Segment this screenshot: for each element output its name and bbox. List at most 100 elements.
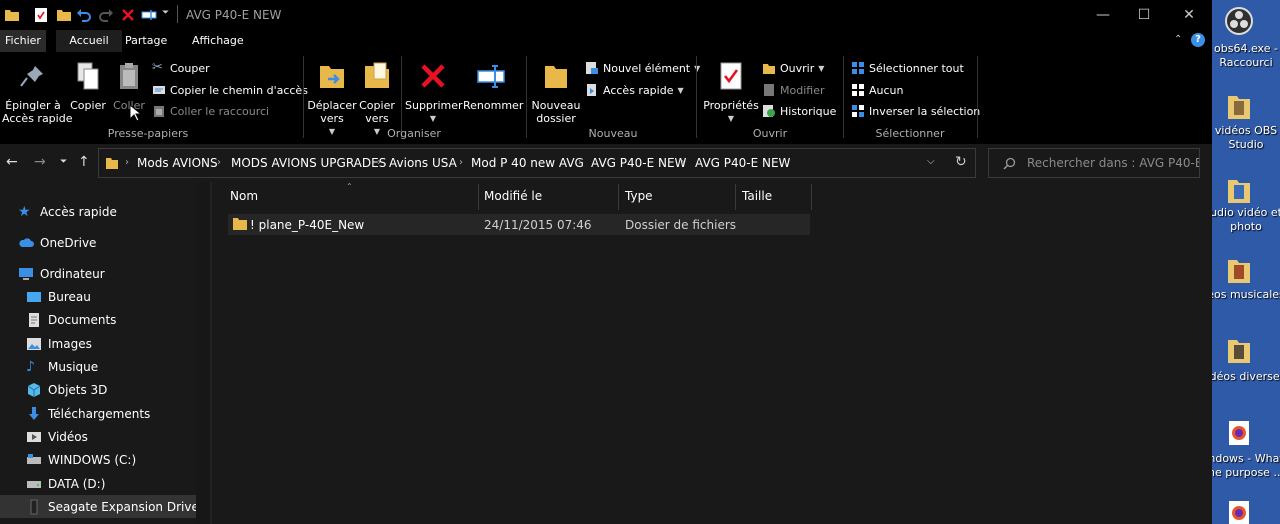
paste-shortcut-button[interactable]: Coller le raccourci xyxy=(152,102,269,120)
tab-accueil[interactable]: Accueil xyxy=(56,30,122,52)
move-to-button[interactable]: Déplacer vers ▼ xyxy=(307,60,357,138)
invert-selection-button[interactable]: Inverser la sélection xyxy=(851,102,980,120)
breadcrumb-separator-icon[interactable]: › xyxy=(681,157,685,168)
address-dropdown-icon[interactable]: ⌵ xyxy=(927,156,935,167)
copy-path-button[interactable]: Copier le chemin d'accès xyxy=(152,81,308,99)
breadcrumb-item[interactable]: Avions USA xyxy=(389,156,457,170)
breadcrumb-item[interactable]: Mods AVIONS xyxy=(137,156,218,170)
desktop-label: ndows - Whathe purpose ... xyxy=(1212,452,1280,479)
navigation-pane: ★ Accès rapide OneDrive Ordinateur Burea… xyxy=(0,182,222,524)
tab-partage[interactable]: Partage xyxy=(120,30,172,52)
new-folder-label-1: Nouveau xyxy=(531,99,581,112)
rename-icon[interactable] xyxy=(141,7,157,23)
new-item-button[interactable]: Nouvel élément ▼ xyxy=(585,59,700,77)
column-header-size[interactable]: Taille xyxy=(742,189,772,203)
breadcrumb-item[interactable]: AVG P40-E NEW xyxy=(591,156,686,170)
desktop-label: obs64.exe - Raccourci xyxy=(1214,42,1278,69)
nav-item-images[interactable]: Images xyxy=(0,332,200,355)
collapse-ribbon-icon[interactable]: ⌃ xyxy=(1174,34,1182,45)
breadcrumb-separator-icon[interactable]: › xyxy=(125,157,129,168)
obs-icon[interactable] xyxy=(1224,6,1254,36)
nav-scrollbar[interactable] xyxy=(196,182,210,524)
nav-item-documents[interactable]: Documents xyxy=(0,308,200,331)
properties-button[interactable]: Propriétés ▼ xyxy=(702,60,760,125)
ribbon-separator xyxy=(696,56,697,138)
search-box[interactable]: Rechercher dans : AVG P40-E N... xyxy=(988,148,1200,178)
delete-button[interactable]: Supprimer ▼ xyxy=(405,60,463,125)
easy-access-button[interactable]: Accès rapide ▼ xyxy=(585,81,684,99)
breadcrumb-separator-icon[interactable]: › xyxy=(459,157,463,168)
firefox-icon[interactable] xyxy=(1226,498,1252,524)
breadcrumb-item[interactable]: MODS AVIONS UPGRADES xyxy=(231,156,386,170)
copy-path-label: Copier le chemin d'accès xyxy=(170,83,308,97)
pin-quick-access-button[interactable]: Épingler à Accès rapide xyxy=(2,60,73,125)
nav-item-music[interactable]: ♪ Musique xyxy=(0,355,200,378)
column-header-type[interactable]: Type xyxy=(625,189,653,203)
nav-item-drive-d[interactable]: DATA (D:) xyxy=(0,472,200,495)
firefox-icon[interactable] xyxy=(1226,418,1252,448)
minimize-button[interactable]: — xyxy=(1080,0,1126,30)
nav-item-computer[interactable]: Ordinateur xyxy=(0,262,200,285)
edit-icon xyxy=(764,84,774,96)
nav-item-downloads[interactable]: Téléchargements xyxy=(0,402,200,425)
history-button[interactable]: Historique xyxy=(762,102,836,120)
redo-icon[interactable] xyxy=(98,7,114,23)
back-arrow-icon[interactable]: ← xyxy=(6,154,18,170)
column-separator[interactable] xyxy=(811,184,812,210)
pin-label-2: Accès rapide xyxy=(2,112,73,125)
breadcrumb-item[interactable]: Mod P 40 new AVG xyxy=(471,156,584,170)
delete-icon[interactable] xyxy=(120,7,136,23)
nav-item-drive-f[interactable]: Seagate Expansion Drive (F:) xyxy=(0,495,222,518)
breadcrumb-separator-icon[interactable]: › xyxy=(578,157,582,168)
refresh-icon[interactable]: ↻ xyxy=(955,154,967,170)
nav-item-label: Téléchargements xyxy=(48,406,151,421)
column-separator[interactable] xyxy=(618,184,619,210)
rename-button[interactable]: Renommer xyxy=(463,60,523,112)
address-bar[interactable]: › Mods AVIONS › MODS AVIONS UPGRADES › A… xyxy=(98,148,976,178)
maximize-button[interactable]: ☐ xyxy=(1121,0,1167,30)
new-folder-button[interactable]: Nouveau dossier xyxy=(531,60,581,125)
breadcrumb-separator-icon[interactable]: › xyxy=(377,157,381,168)
table-row[interactable]: ! plane_P-40E_New 24/11/2015 07:46 Dossi… xyxy=(228,214,810,235)
folder-icon[interactable] xyxy=(1226,92,1252,122)
nav-item-quick-access[interactable]: ★ Accès rapide xyxy=(0,200,200,223)
properties-icon[interactable] xyxy=(33,7,49,23)
recent-locations-chevron-icon[interactable]: ⏷ xyxy=(60,157,67,167)
folder-icon[interactable] xyxy=(1226,176,1252,206)
folder-icon[interactable] xyxy=(1226,256,1252,286)
nav-item-label: DATA (D:) xyxy=(48,476,106,491)
nav-item-drive-c[interactable]: WINDOWS (C:) xyxy=(0,448,200,471)
tab-affichage[interactable]: Affichage xyxy=(187,30,249,52)
nav-item-3d-objects[interactable]: Objets 3D xyxy=(0,378,200,401)
up-arrow-icon[interactable]: ↑ xyxy=(78,154,90,170)
group-label-nouveau: Nouveau xyxy=(588,127,638,140)
column-separator[interactable] xyxy=(478,184,479,210)
edit-button[interactable]: Modifier xyxy=(762,81,824,99)
undo-icon[interactable] xyxy=(76,7,92,23)
customize-qat-chevron-icon[interactable]: ⏷ xyxy=(162,8,169,18)
nav-item-desktop[interactable]: Bureau xyxy=(0,285,200,308)
clipboard-icon xyxy=(120,63,138,89)
folder-icon[interactable] xyxy=(1226,336,1252,366)
tab-fichier[interactable]: Fichier xyxy=(0,30,46,52)
breadcrumb-separator-icon[interactable]: › xyxy=(217,157,221,168)
close-button[interactable]: ✕ xyxy=(1166,0,1212,30)
column-header-name[interactable]: Nom xyxy=(230,189,258,203)
forward-arrow-icon[interactable]: → xyxy=(34,154,46,170)
copy-to-label-2: vers xyxy=(365,112,389,125)
new-folder-icon[interactable] xyxy=(56,7,72,23)
copy-button[interactable]: Copier xyxy=(70,60,106,112)
open-button[interactable]: Ouvrir ▼ xyxy=(762,59,824,77)
breadcrumb-item[interactable]: AVG P40-E NEW xyxy=(695,156,790,170)
help-icon[interactable]: ? xyxy=(1191,33,1205,47)
open-caret-icon: ▼ xyxy=(818,63,825,73)
column-separator[interactable] xyxy=(735,184,736,210)
column-header-modified[interactable]: Modifié le xyxy=(484,189,542,203)
select-all-button[interactable]: Sélectionner tout xyxy=(851,59,964,77)
ribbon-separator xyxy=(977,56,978,138)
history-label: Historique xyxy=(780,104,837,118)
nav-item-videos[interactable]: Vidéos xyxy=(0,425,200,448)
cut-button[interactable]: ✂ Couper xyxy=(152,59,210,77)
select-none-button[interactable]: Aucun xyxy=(851,81,904,99)
nav-item-onedrive[interactable]: OneDrive xyxy=(0,231,200,254)
